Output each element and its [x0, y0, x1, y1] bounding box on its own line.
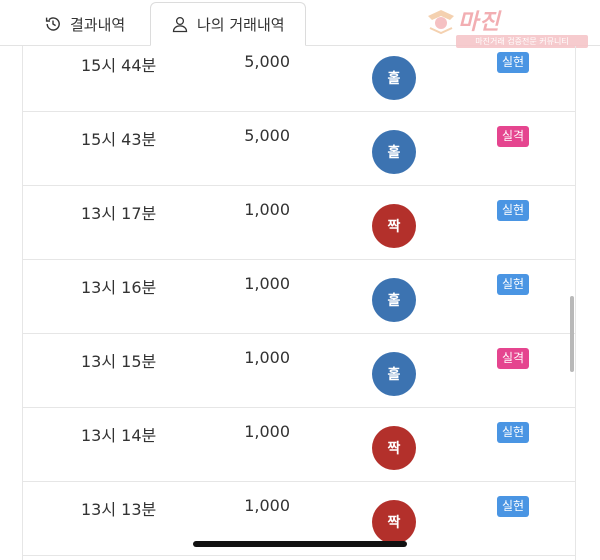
- trade-row[interactable]: 13시 14분 1,000 짝 실현: [23, 408, 575, 482]
- trade-list: 15시 44분 5,000 홀 실현 15시 43분 5,000 홀 실격 13시 17분 1,0…: [22, 46, 576, 560]
- watermark-title: 마진: [458, 10, 501, 35]
- trade-history-screen: 결과내역 나의 거래내역 마진 마진거래 검증전문 커뮤니티 15시 44분 5,…: [0, 0, 600, 560]
- pick-badge: 짝: [372, 500, 416, 544]
- trade-row[interactable]: 13시 15분 1,000 홀 실격: [23, 334, 575, 408]
- trade-time: 13시 15분: [81, 352, 157, 371]
- trade-time: 13시 14분: [81, 426, 157, 445]
- badge-emblem-icon: [426, 6, 456, 40]
- trade-amount: 1,000: [244, 496, 290, 515]
- tab-history-label: 결과내역: [70, 15, 126, 34]
- trade-time: 13시 13분: [81, 500, 157, 519]
- trade-amount: 1,000: [244, 348, 290, 367]
- trade-time: 15시 44분: [81, 56, 157, 75]
- trade-amount: 5,000: [244, 126, 290, 145]
- pick-badge: 짝: [372, 426, 416, 470]
- trade-amount: 1,000: [244, 422, 290, 441]
- trade-row[interactable]: 13시 17분 1,000 짝 실현: [23, 186, 575, 260]
- trade-row[interactable]: 15시 43분 5,000 홀 실격: [23, 112, 575, 186]
- result-badge: 실현: [497, 496, 530, 517]
- trade-row[interactable]: 15시 44분 5,000 홀 실현: [23, 38, 575, 112]
- result-badge: 실현: [497, 52, 530, 73]
- trade-amount: 1,000: [244, 200, 290, 219]
- trade-time: 13시 16분: [81, 278, 157, 297]
- pick-badge: 홀: [372, 130, 416, 174]
- trade-time: 15시 43분: [81, 130, 157, 149]
- trade-amount: 5,000: [244, 52, 290, 71]
- pick-badge: 홀: [372, 352, 416, 396]
- result-badge: 실현: [497, 422, 530, 443]
- trade-row[interactable]: 13시 16분 1,000 홀 실현: [23, 260, 575, 334]
- history-icon: [44, 15, 62, 33]
- pick-badge: 홀: [372, 56, 416, 100]
- result-badge: 실현: [497, 274, 530, 295]
- user-icon: [171, 15, 189, 33]
- tab-my-trades-label: 나의 거래내역: [197, 15, 285, 34]
- result-badge: 실격: [497, 348, 530, 369]
- home-indicator: [193, 541, 407, 547]
- pick-badge: 짝: [372, 204, 416, 248]
- trade-time: 13시 17분: [81, 204, 157, 223]
- trade-amount: 1,000: [244, 274, 290, 293]
- scrollbar[interactable]: [570, 296, 574, 372]
- pick-badge: 홀: [372, 278, 416, 322]
- result-badge: 실격: [497, 126, 530, 147]
- result-badge: 실현: [497, 200, 530, 221]
